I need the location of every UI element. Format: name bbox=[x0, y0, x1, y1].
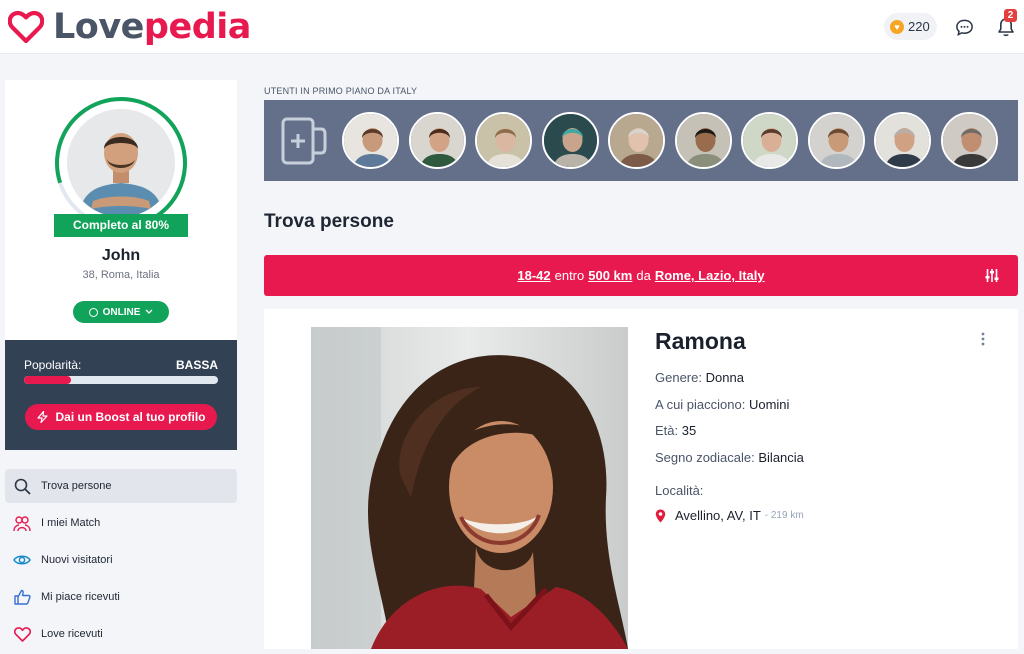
gender-row: Genere: Donna bbox=[655, 370, 744, 385]
users-icon bbox=[13, 514, 31, 532]
age-range-link[interactable]: 18-42 bbox=[517, 268, 550, 283]
location-link[interactable]: Rome, Lazio, Italy bbox=[655, 268, 765, 283]
sidebar-item-label: Mi piace ricevuti bbox=[41, 591, 120, 603]
credits-button[interactable]: ♥ 220 bbox=[884, 13, 937, 40]
logo[interactable]: Lovepedia bbox=[8, 6, 251, 48]
sidebar-item-match[interactable]: I miei Match bbox=[5, 506, 237, 540]
sidebar-item-love[interactable]: Love ricevuti bbox=[5, 617, 237, 651]
add-featured-icon[interactable] bbox=[281, 117, 327, 165]
age-label: Età: bbox=[655, 423, 679, 438]
search-icon bbox=[13, 477, 31, 495]
location-pin-icon bbox=[655, 509, 666, 522]
featured-user-avatar[interactable] bbox=[674, 112, 732, 169]
zodiac-row: Segno zodiacale: Bilancia bbox=[655, 450, 804, 465]
boost-button[interactable]: Dai un Boost al tuo profilo bbox=[25, 404, 217, 430]
age-value: 35 bbox=[681, 423, 697, 438]
page-title: Trova persone bbox=[264, 211, 394, 232]
notification-badge: 2 bbox=[1004, 9, 1017, 22]
profile-card: Completo al 80% John 38, Roma, Italia ON… bbox=[5, 80, 237, 340]
avatar[interactable] bbox=[67, 109, 175, 217]
location-row: Avellino, AV, IT - 219 km bbox=[655, 508, 804, 523]
sidebar-item-label: Love ricevuti bbox=[41, 628, 103, 640]
status-label: ONLINE bbox=[102, 306, 141, 318]
boost-label: Dai un Boost al tuo profilo bbox=[55, 410, 206, 424]
online-status-dropdown[interactable]: ONLINE bbox=[73, 301, 169, 323]
sidebar-item-label: Trova persone bbox=[41, 480, 112, 492]
sidebar-item-label: Nuovi visitatori bbox=[41, 554, 113, 566]
lightning-icon bbox=[36, 411, 48, 423]
popularity-label: Popolarità: bbox=[24, 358, 82, 372]
featured-user-avatar[interactable] bbox=[741, 112, 798, 169]
person-photo[interactable] bbox=[311, 327, 628, 649]
thumbs-up-icon bbox=[13, 588, 31, 606]
featured-label: UTENTI IN PRIMO PIANO DA ITALY bbox=[264, 86, 418, 96]
distance-value: - 219 km bbox=[764, 510, 804, 521]
coin-heart-icon: ♥ bbox=[890, 19, 904, 34]
from-text: da bbox=[636, 268, 651, 283]
sidebar-item-trova-persone[interactable]: Trova persone bbox=[5, 469, 237, 503]
likes-label: A cui piacciono: bbox=[655, 397, 746, 412]
search-filter-bar[interactable]: 18-42 entro 500 km da Rome, Lazio, Italy bbox=[264, 255, 1018, 296]
likes-row: A cui piacciono: Uomini bbox=[655, 397, 789, 412]
popularity-value: BASSA bbox=[175, 358, 218, 372]
featured-user-avatar[interactable] bbox=[475, 112, 532, 169]
zodiac-value: Bilancia bbox=[758, 450, 804, 465]
location-value: Avellino, AV, IT bbox=[675, 508, 761, 523]
distance-link[interactable]: 500 km bbox=[588, 268, 632, 283]
heart-icon bbox=[13, 625, 31, 643]
chat-icon[interactable] bbox=[955, 18, 974, 37]
gender-label: Genere: bbox=[655, 370, 702, 385]
sidebar-item-label: I miei Match bbox=[41, 517, 101, 529]
filter-sliders-icon[interactable] bbox=[985, 268, 999, 283]
popularity-fill bbox=[24, 376, 71, 384]
popularity-bar bbox=[24, 376, 218, 384]
profile-meta: 38, Roma, Italia bbox=[82, 269, 160, 281]
top-header: Lovepedia ♥ 220 2 bbox=[0, 0, 1024, 54]
popularity-card: Popolarità: BASSA Dai un Boost al tuo pr… bbox=[5, 340, 237, 450]
featured-user-avatar[interactable] bbox=[874, 112, 931, 169]
person-name: Ramona bbox=[655, 328, 746, 354]
featured-user-avatar[interactable] bbox=[608, 112, 665, 169]
profile-name: John bbox=[101, 247, 141, 264]
eye-icon bbox=[13, 551, 31, 569]
featured-user-avatar[interactable] bbox=[342, 112, 399, 169]
likes-value: Uomini bbox=[748, 397, 790, 412]
sidebar-item-mi-piace[interactable]: Mi piace ricevuti bbox=[5, 580, 237, 614]
status-dot-icon bbox=[88, 307, 98, 317]
avatar-photo bbox=[67, 109, 175, 217]
featured-user-avatar[interactable] bbox=[807, 112, 865, 169]
within-text: entro bbox=[554, 268, 585, 283]
age-row: Età: 35 bbox=[655, 423, 696, 438]
zodiac-label: Segno zodiacale: bbox=[655, 450, 755, 465]
featured-user-avatar[interactable] bbox=[940, 112, 998, 169]
person-card: Ramona Genere: Donna A cui piacciono: Uo… bbox=[264, 309, 1018, 649]
chevron-down-icon bbox=[145, 309, 153, 314]
sidebar-item-visitatori[interactable]: Nuovi visitatori bbox=[5, 543, 237, 577]
more-options-icon[interactable] bbox=[979, 331, 987, 347]
featured-users-bar bbox=[264, 100, 1018, 181]
featured-user-avatar[interactable] bbox=[408, 112, 466, 169]
gender-value: Donna bbox=[705, 370, 744, 385]
logo-text: Lovepedia bbox=[53, 7, 251, 47]
credits-count: 220 bbox=[908, 19, 930, 34]
location-label: Località: bbox=[655, 483, 704, 498]
featured-user-avatar[interactable] bbox=[541, 112, 599, 169]
completion-label: Completo al 80% bbox=[54, 214, 188, 237]
sidebar-nav: Trova persone I miei Match Nuovi visitat… bbox=[5, 469, 237, 654]
heart-logo-icon bbox=[8, 10, 44, 44]
